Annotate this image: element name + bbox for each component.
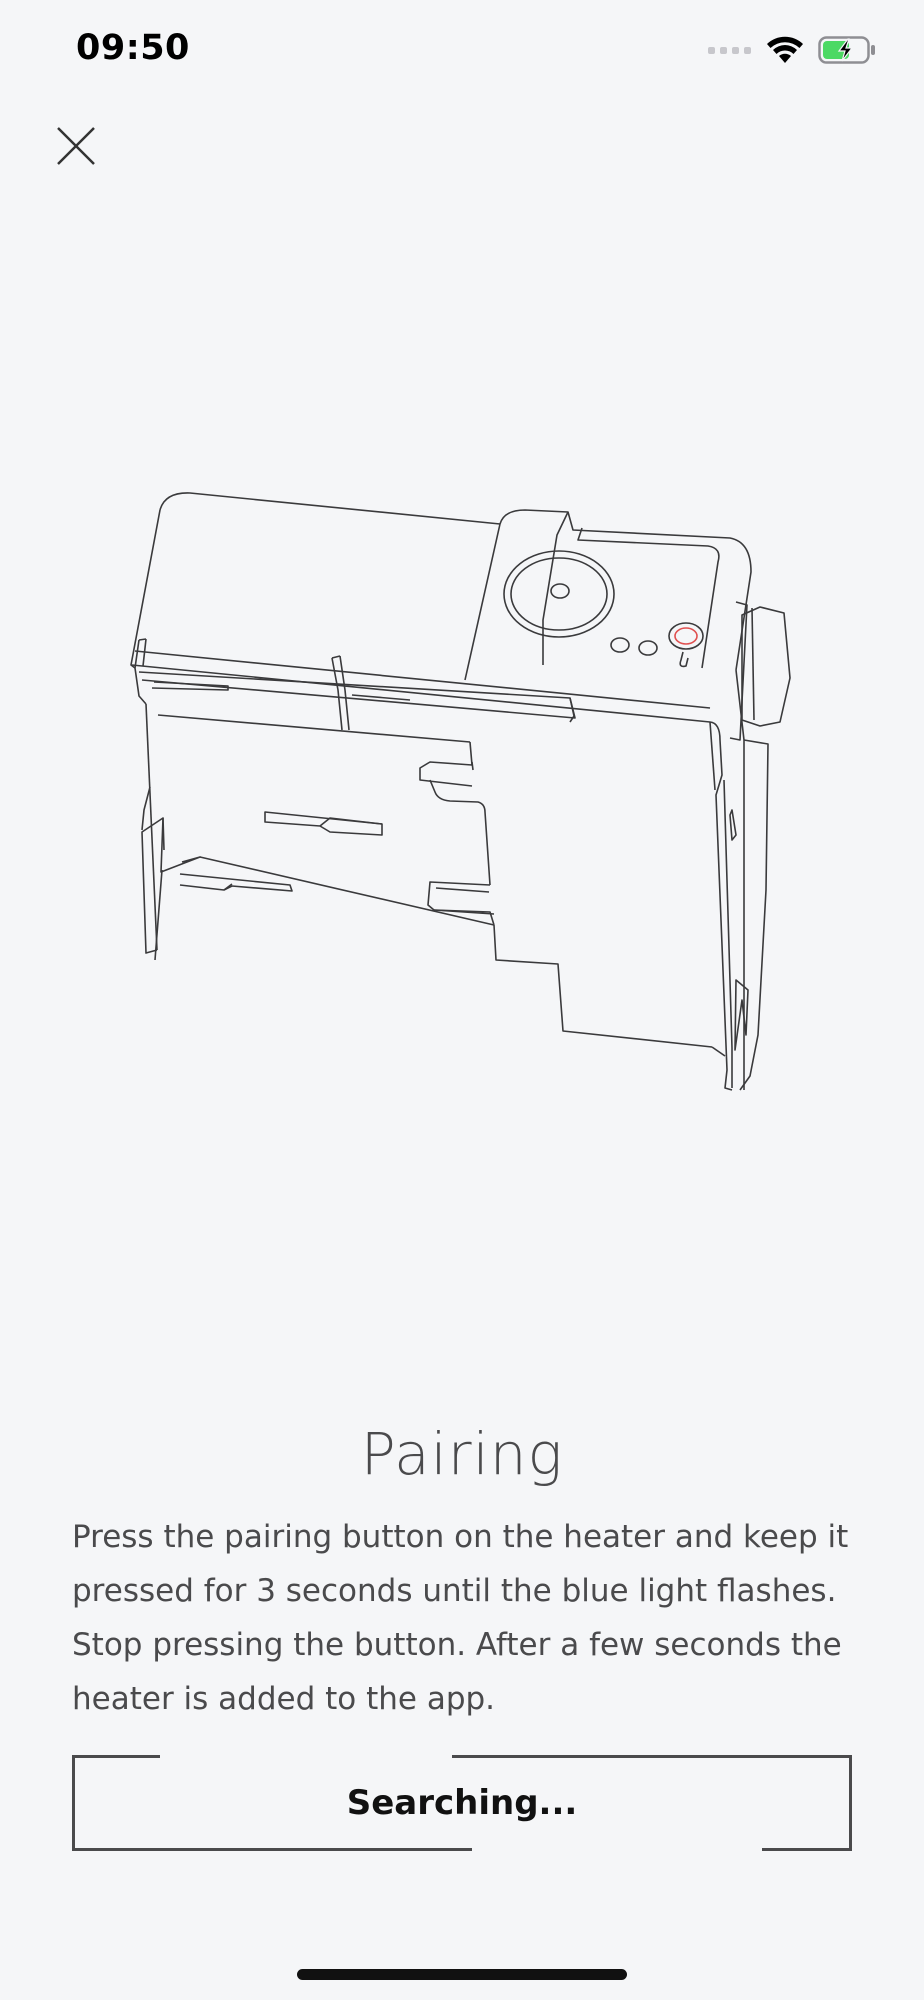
close-icon: [57, 127, 95, 165]
instructions-text: Press the pairing button on the heater a…: [72, 1519, 849, 1717]
page-title: Pairing: [360, 1420, 564, 1488]
searching-label: Searching...: [346, 1783, 578, 1823]
status-icons: [708, 34, 876, 66]
home-indicator[interactable]: [297, 1969, 627, 1980]
status-time: 09:50: [76, 28, 190, 68]
heater-illustration: [120, 490, 800, 1100]
status-bar: 09:50: [0, 0, 924, 100]
close-button[interactable]: [52, 122, 102, 172]
searching-button[interactable]: Searching...: [72, 1755, 852, 1851]
wifi-icon: [767, 36, 803, 63]
heater-drawing: [130, 492, 791, 1091]
battery-charging-icon: [818, 36, 875, 64]
cellular-signal-icon: [708, 47, 751, 54]
